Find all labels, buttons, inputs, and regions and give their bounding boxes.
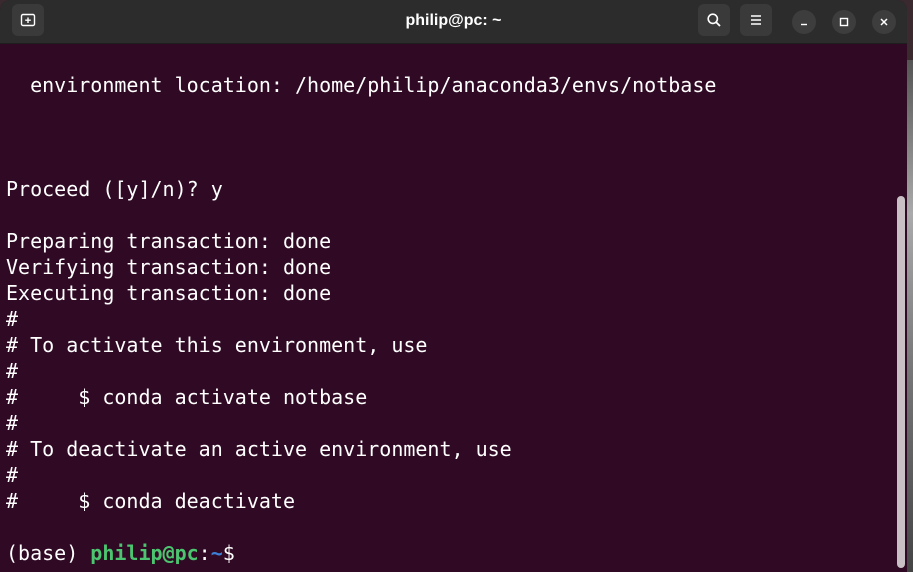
- titlebar[interactable]: philip@pc: ~: [0, 0, 907, 44]
- maximize-button[interactable]: [832, 10, 856, 34]
- terminal-line: #: [6, 463, 19, 487]
- terminal-line: # To activate this environment, use: [6, 333, 428, 357]
- new-tab-icon: [20, 13, 36, 27]
- terminal-line: Verifying transaction: done: [6, 255, 332, 279]
- maximize-icon: [839, 17, 849, 27]
- terminal-line: #: [6, 307, 19, 331]
- terminal-line: Preparing transaction: done: [6, 229, 332, 253]
- terminal-line: Proceed ([y]/n)? y: [6, 177, 223, 201]
- terminal-output[interactable]: environment location: /home/philip/anaco…: [0, 44, 895, 572]
- shell-prompt[interactable]: (base) philip@pc:~$: [6, 540, 235, 566]
- menu-button[interactable]: [740, 4, 772, 36]
- close-button[interactable]: [872, 10, 896, 34]
- scrollbar[interactable]: [897, 196, 905, 568]
- prompt-env: (base): [6, 541, 91, 565]
- terminal-line: #: [6, 359, 19, 383]
- terminal-line: Executing transaction: done: [6, 281, 332, 305]
- prompt-colon: :: [198, 541, 211, 565]
- prompt-path: ~: [210, 541, 223, 565]
- terminal-line: # To deactivate an active environment, u…: [6, 437, 512, 461]
- prompt-user-host: philip@pc: [90, 541, 199, 565]
- terminal-line: # $ conda deactivate: [6, 489, 295, 513]
- minimize-icon: [801, 23, 807, 26]
- terminal-line: # $ conda activate notbase: [6, 385, 368, 409]
- prompt-symbol: $: [222, 541, 235, 565]
- search-icon: [707, 13, 721, 27]
- terminal-line: environment location: /home/philip/anaco…: [6, 73, 717, 97]
- minimize-button[interactable]: [792, 10, 816, 34]
- search-button[interactable]: [698, 4, 730, 36]
- terminal-window: philip@pc: ~ environment location: /home…: [0, 0, 907, 572]
- hamburger-menu-icon: [751, 15, 761, 25]
- terminal-line: #: [6, 411, 19, 435]
- close-icon: [880, 18, 888, 26]
- new-tab-button[interactable]: [12, 4, 44, 36]
